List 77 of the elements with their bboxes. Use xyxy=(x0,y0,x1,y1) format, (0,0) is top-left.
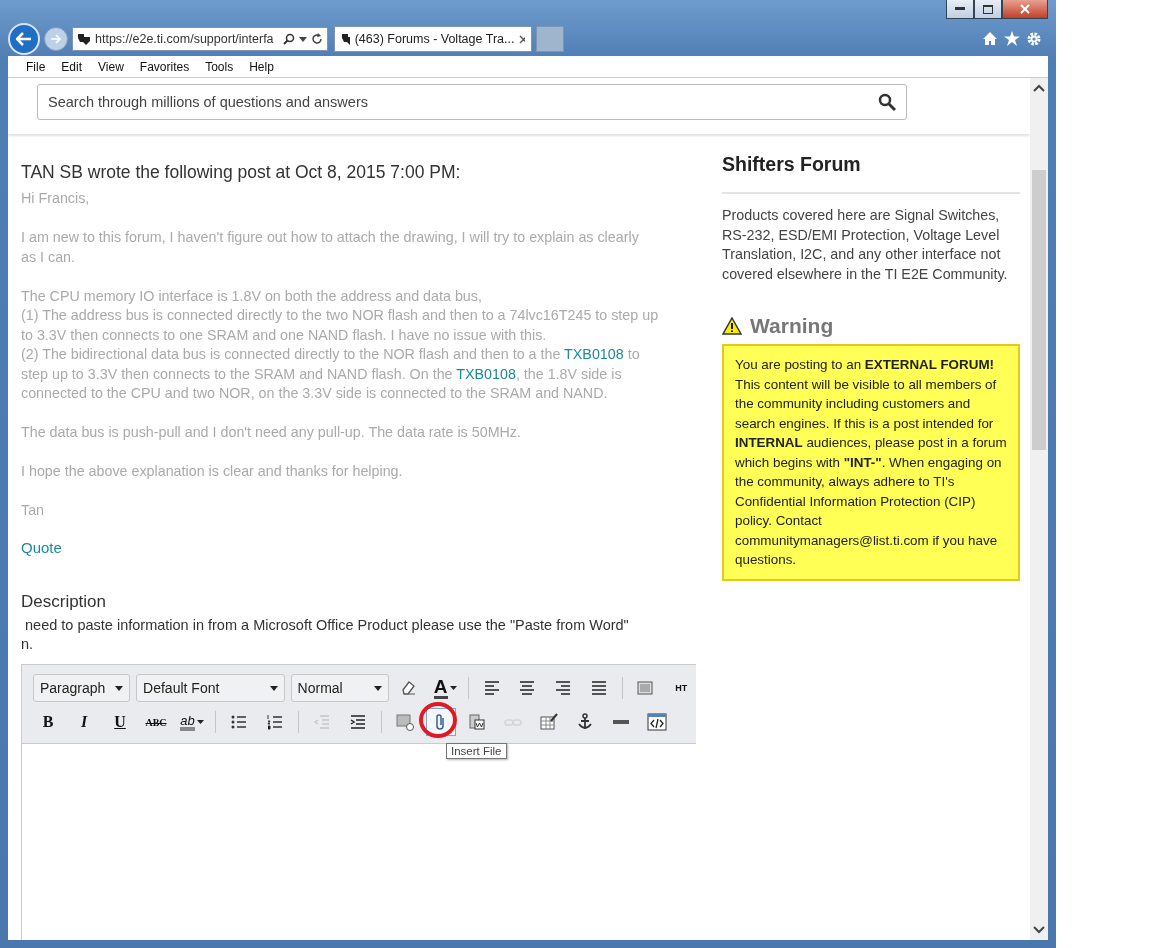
warning-title: Warning xyxy=(750,314,834,338)
maximize-icon xyxy=(983,4,993,14)
minimize-button[interactable] xyxy=(946,0,974,19)
address-bar[interactable]: https://e2e.ti.com/support/interfa xyxy=(72,27,328,51)
paste-word-icon xyxy=(467,712,487,732)
menu-item[interactable]: View xyxy=(90,59,132,74)
format-dropdown[interactable]: Paragraph xyxy=(33,674,131,702)
format-button[interactable]: ab xyxy=(177,708,207,736)
caret-icon xyxy=(269,685,278,691)
scrollbar[interactable] xyxy=(1030,78,1048,940)
forum-description: Products covered here are Signal Switches, RS-232, ESD/EMI Protection, Voltage Level Translation, I2C, and any other interface not covered elsewhere in the TI E2E Community. xyxy=(722,206,1009,284)
back-button[interactable] xyxy=(8,23,40,55)
menu-item[interactable]: Edit xyxy=(53,59,91,74)
warning-icon xyxy=(722,317,742,335)
format-button[interactable]: B xyxy=(33,708,63,736)
menu-item[interactable]: Help xyxy=(241,59,282,74)
format-button[interactable]: A xyxy=(430,674,460,702)
scroll-up-icon[interactable] xyxy=(1033,84,1045,92)
caret-icon xyxy=(449,686,457,690)
post-paragraph: Hi Francis, xyxy=(21,189,91,208)
forward-arrow-icon xyxy=(50,34,62,44)
caret-icon xyxy=(196,720,204,724)
post-paragraph: Tan xyxy=(21,501,46,520)
search-field[interactable]: Search through millions of questions and answers xyxy=(37,84,907,120)
dropdown-caret-icon[interactable] xyxy=(299,36,307,42)
post-paragraph: The data bus is push-pull and I don't need any pull-up. The data rate is 50MHz. xyxy=(21,423,522,442)
frame-icon xyxy=(635,678,656,698)
scroll-down-icon[interactable] xyxy=(1033,926,1045,934)
refresh-icon[interactable] xyxy=(311,33,323,45)
minimize-icon xyxy=(955,7,965,11)
product-link[interactable]: TXB0108 xyxy=(456,365,516,382)
site-logo-icon xyxy=(77,32,91,46)
anchor-icon xyxy=(575,712,595,732)
post-heading: TAN SB wrote the following post at Oct 8, 2015 7:00 PM: xyxy=(21,162,462,183)
indent-icon xyxy=(348,712,368,732)
quote-link[interactable]: Quote xyxy=(21,539,62,556)
site-logo-icon xyxy=(341,32,350,46)
address-text: https://e2e.ti.com/support/interfa xyxy=(95,32,275,46)
forum-title: Shifters Forum xyxy=(722,153,1020,194)
post-paragraph: The CPU memory IO interface is 1.8V on both the address and data bus, (1) The address bus is connected directly to the two NOR flash and then to a 74lvc16T245 to step up to 3.3V then connects to one SRAM and one NAND flash. I have no issue with this. (2) The bidirectional data bus is connected directly to the NOR flash and then to a the TXB0108 to step up to 3.3V then connects to the SRAM and NAND flash. On the TXB0108, the 1.8V side is connected to the CPU and two NOR, on the 3.3V side is connected to the SRAM and NAND. xyxy=(21,286,660,403)
help-text: need to paste information in from a Microsoft Office Product please use the "Paste from Word" xyxy=(24,616,630,635)
back-arrow-icon xyxy=(16,32,32,46)
home-icon[interactable] xyxy=(982,31,998,46)
close-tab-icon[interactable] xyxy=(519,34,525,44)
code-icon xyxy=(647,712,667,732)
tooltip: Insert File xyxy=(446,743,507,759)
numbers-icon xyxy=(265,712,285,732)
browser-tab[interactable]: (463) Forums - Voltage Tra... xyxy=(334,26,532,52)
post-paragraph: I am new to this forum, I haven't figure out how to attach the drawing, I will try to explain as clearly as I can. xyxy=(21,228,640,267)
menu-item[interactable]: File xyxy=(18,59,54,74)
menu-item[interactable]: Tools xyxy=(197,59,242,74)
search-icon[interactable] xyxy=(878,93,896,111)
product-link[interactable]: TXB0108 xyxy=(564,346,624,362)
star-icon[interactable] xyxy=(1004,31,1020,46)
format-button[interactable]: I xyxy=(69,708,99,736)
format-dropdown[interactable]: Normal xyxy=(290,674,389,702)
caret-icon xyxy=(373,685,382,691)
format-button[interactable]: ABC xyxy=(141,708,171,736)
help-text: n. xyxy=(21,635,35,654)
gear-icon[interactable] xyxy=(1026,31,1042,47)
warning-notice: You are posting to an EXTERNAL FORUM! This content will be visible to all members of the community including customers and search engines. If this is a post intended for INTERNAL audiences, please post in a forum which begins with "INT-". When engaging on the community, always adhere to TI's Confidential Information Protection (CIP) policy. Contact communitymanagers@list.ti.com if you have questions. xyxy=(722,344,1020,581)
maximize-button[interactable] xyxy=(974,0,1002,19)
table-icon xyxy=(539,712,559,732)
description-label: Description xyxy=(21,592,108,612)
search-icon xyxy=(283,33,295,45)
format-dropdown[interactable]: Default Font xyxy=(136,674,285,702)
menu-item[interactable]: Favorites xyxy=(131,59,198,74)
post-paragraph: I hope the above explanation is clear and thanks for helping. xyxy=(21,462,404,481)
close-button[interactable] xyxy=(1002,0,1048,19)
outdent-icon xyxy=(312,712,332,732)
format-button[interactable]: HT xyxy=(666,674,696,702)
image-icon xyxy=(395,712,415,732)
search-placeholder: Search through millions of questions and answers xyxy=(48,94,369,110)
caret-icon xyxy=(115,685,124,691)
forward-button[interactable] xyxy=(44,27,68,51)
close-icon xyxy=(1020,4,1030,14)
format-button[interactable]: U xyxy=(105,708,135,736)
